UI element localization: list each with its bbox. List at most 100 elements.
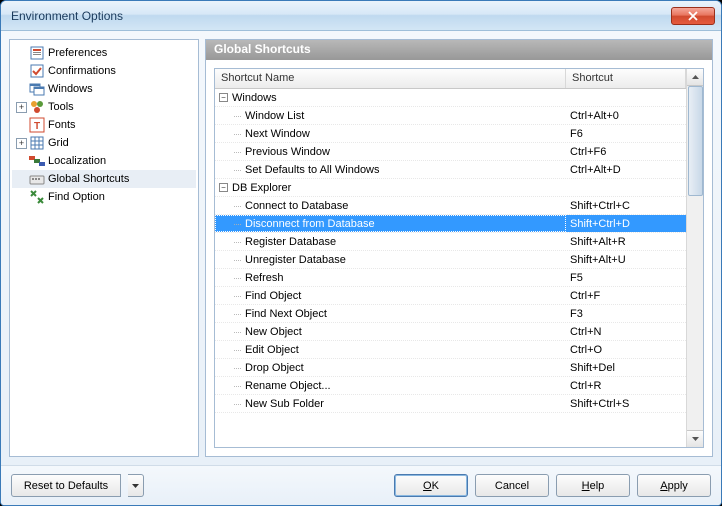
col-header-name[interactable]: Shortcut Name xyxy=(215,69,566,88)
tree-connector-icon: ···· xyxy=(233,363,241,373)
prefs-icon xyxy=(29,45,45,61)
sidebar-item-grid[interactable]: +Grid xyxy=(12,134,196,152)
cell-name: −DB Explorer xyxy=(215,179,566,196)
sidebar-item-confirmations[interactable]: Confirmations xyxy=(12,62,196,80)
chevron-down-icon xyxy=(692,437,699,441)
cell-name: ····Next Window xyxy=(215,125,566,142)
tree-connector-icon: ···· xyxy=(233,147,241,157)
tree-connector-icon: ···· xyxy=(233,201,241,211)
scroll-up-button[interactable] xyxy=(687,69,703,86)
ok-button[interactable]: OK xyxy=(394,474,468,497)
grid-row[interactable]: ····RefreshF5 xyxy=(215,269,686,287)
cell-shortcut: Shift+Ctrl+D xyxy=(566,215,686,232)
cell-name: ····Edit Object xyxy=(215,341,566,358)
cell-shortcut xyxy=(566,89,686,106)
cell-name: ····Connect to Database xyxy=(215,197,566,214)
grid-row[interactable]: ···· New Sub Folder Shift+Ctrl+S xyxy=(215,395,686,413)
cell-name: ···· New Object xyxy=(215,323,566,340)
tree-connector-icon: ···· xyxy=(233,399,241,409)
titlebar[interactable]: Environment Options xyxy=(1,1,721,31)
sidebar-item-find-option[interactable]: Find Option xyxy=(12,188,196,206)
grid-row[interactable]: ····Drop ObjectShift+Del xyxy=(215,359,686,377)
reset-button[interactable]: Reset to Defaults xyxy=(11,474,121,497)
grid-row[interactable]: ····Set Defaults to All WindowsCtrl+Alt+… xyxy=(215,161,686,179)
shortcut-name-label: Disconnect from Database xyxy=(245,218,375,230)
window-title: Environment Options xyxy=(11,9,671,23)
shortcut-name-label: New Sub Folder xyxy=(245,398,324,410)
tree-connector-icon: ···· xyxy=(233,111,241,121)
tree-connector-icon: ···· xyxy=(233,273,241,283)
tree-connector-icon: ···· xyxy=(233,327,241,337)
shortcut-name-label: Previous Window xyxy=(245,146,330,158)
cell-shortcut: Shift+Ctrl+C xyxy=(566,197,686,214)
grid-row[interactable]: ····Find ObjectCtrl+F xyxy=(215,287,686,305)
grid-group-row[interactable]: −DB Explorer xyxy=(215,179,686,197)
cell-name: ····Register Database xyxy=(215,233,566,250)
scroll-down-button[interactable] xyxy=(687,430,703,447)
cancel-button[interactable]: Cancel xyxy=(475,474,549,497)
sidebar-item-fonts[interactable]: TFonts xyxy=(12,116,196,134)
reset-dropdown-button[interactable] xyxy=(128,474,144,497)
grid-row[interactable]: ····Disconnect from DatabaseShift+Ctrl+D xyxy=(215,215,686,233)
cell-shortcut: Shift+Ctrl+S xyxy=(566,395,686,412)
sidebar-item-preferences[interactable]: Preferences xyxy=(12,44,196,62)
group-label: Windows xyxy=(232,92,277,104)
grid-body: −Windows····Window ListCtrl+Alt+0····Nex… xyxy=(215,89,686,413)
content: PreferencesConfirmationsWindows+ToolsTFo… xyxy=(1,31,721,465)
collapse-icon[interactable]: − xyxy=(219,93,228,102)
group-label: DB Explorer xyxy=(232,182,291,194)
grid-row[interactable]: ····Previous WindowCtrl+F6 xyxy=(215,143,686,161)
cell-name: ···· Unregister Database xyxy=(215,251,566,268)
grid-group-row[interactable]: −Windows xyxy=(215,89,686,107)
cell-shortcut: Ctrl+Alt+D xyxy=(566,161,686,178)
window: Environment Options PreferencesConfirmat… xyxy=(0,0,722,506)
sidebar-item-localization[interactable]: Localization xyxy=(12,152,196,170)
tree-connector-icon: ···· xyxy=(233,255,241,265)
shortcut-name-label: Rename Object... xyxy=(245,380,331,392)
shortcut-name-label: Window List xyxy=(245,110,304,122)
sidebar-item-global-shortcuts[interactable]: Global Shortcuts xyxy=(12,170,196,188)
shortcut-name-label: Find Next Object xyxy=(245,308,327,320)
fonts-icon: T xyxy=(29,117,45,133)
sidebar-item-tools[interactable]: + Tools xyxy=(12,98,196,116)
shortcut-name-label: Set Defaults to All Windows xyxy=(245,164,380,176)
tree-connector-icon: ···· xyxy=(233,381,241,391)
grid-row[interactable]: ····New ObjectCtrl+N xyxy=(215,323,686,341)
expander-icon[interactable]: + xyxy=(16,102,27,113)
sidebar-tree[interactable]: PreferencesConfirmationsWindows + Tools TFo… xyxy=(9,39,199,457)
tree-connector-icon: ···· xyxy=(233,309,241,319)
cell-name: ····Disconnect from Database xyxy=(215,215,566,232)
shortcut-name-label: Unregister Database xyxy=(245,254,346,266)
close-button[interactable] xyxy=(671,7,715,25)
tree-connector-icon: ···· xyxy=(233,345,241,355)
sidebar-item-windows[interactable]: Windows xyxy=(12,80,196,98)
grid-row[interactable]: ····Register DatabaseShift+Alt+R xyxy=(215,233,686,251)
shortcut-icon xyxy=(29,171,45,187)
grid-row[interactable]: ····Next WindowF6 xyxy=(215,125,686,143)
grid-row[interactable]: ····Rename Object...Ctrl+R xyxy=(215,377,686,395)
grid-row[interactable]: ····Connect to DatabaseShift+Ctrl+C xyxy=(215,197,686,215)
scroll-thumb[interactable] xyxy=(688,86,703,196)
collapse-icon[interactable]: − xyxy=(219,183,228,192)
apply-button[interactable]: Apply xyxy=(637,474,711,497)
cell-shortcut: F6 xyxy=(566,125,686,142)
vertical-scrollbar[interactable] xyxy=(686,69,703,447)
grid-icon xyxy=(29,135,45,151)
sidebar-item-label: Find Option xyxy=(48,191,105,203)
grid-row[interactable]: ····Edit ObjectCtrl+O xyxy=(215,341,686,359)
col-header-shortcut[interactable]: Shortcut xyxy=(566,69,686,88)
grid-row[interactable]: ····Unregister DatabaseShift+Alt+U xyxy=(215,251,686,269)
sidebar-item-label: Tools xyxy=(48,101,74,113)
cell-name: ····Set Defaults to All Windows xyxy=(215,161,566,178)
grid-row[interactable]: ···· Window List Ctrl+Alt+0 xyxy=(215,107,686,125)
footer: Reset to Defaults OK Cancel Help Apply xyxy=(1,465,721,505)
shortcut-name-label: New Object xyxy=(245,326,302,338)
cell-shortcut: Ctrl+Alt+0 xyxy=(566,107,686,124)
find-icon xyxy=(29,189,45,205)
panel-title: Global Shortcuts xyxy=(206,40,712,60)
chevron-up-icon xyxy=(692,75,699,79)
help-button[interactable]: Help xyxy=(556,474,630,497)
grid-row[interactable]: ····Find Next ObjectF3 xyxy=(215,305,686,323)
local-icon xyxy=(29,153,45,169)
expander-icon[interactable]: + xyxy=(16,138,27,149)
